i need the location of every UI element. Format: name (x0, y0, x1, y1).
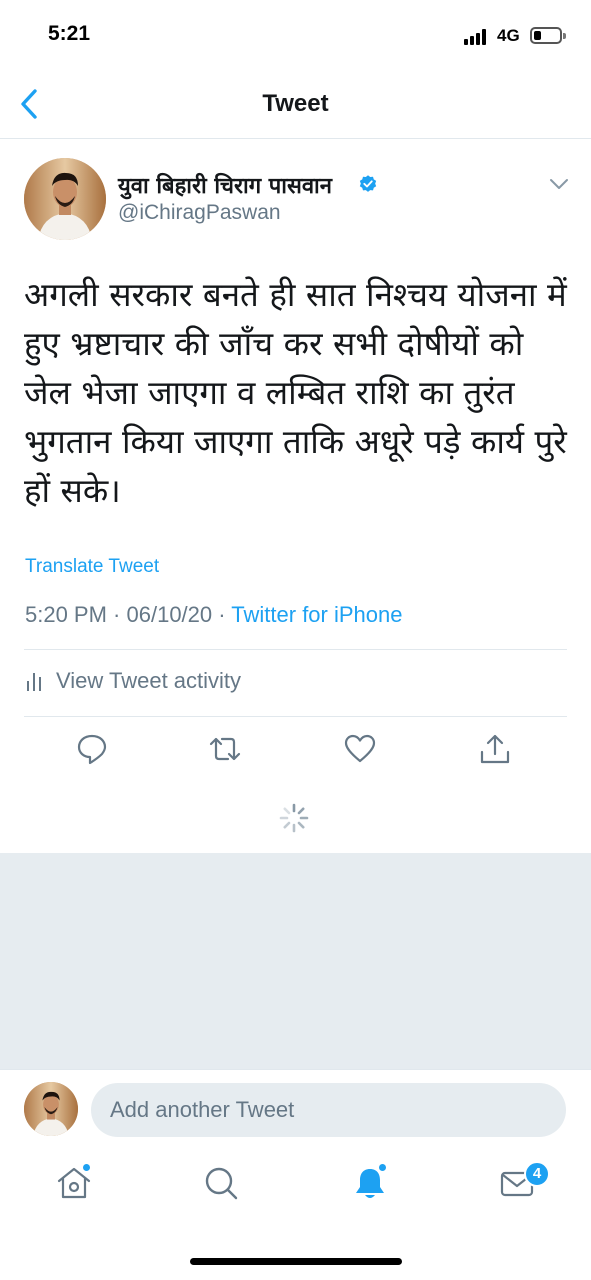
compose-avatar[interactable] (24, 1082, 78, 1136)
feed-background (0, 853, 591, 1069)
status-bar: 5:21 4G (0, 0, 591, 70)
share-button[interactable] (478, 732, 512, 766)
header: Tweet (0, 70, 591, 139)
author-handle[interactable]: @iChiragPaswan (118, 201, 281, 225)
tweet-meta: 5:20 PM · 06/10/20 · Twitter for iPhone (25, 602, 402, 628)
share-icon (480, 734, 510, 764)
tweet-date: 06/10/20 (126, 602, 213, 627)
tweet-source-link[interactable]: Twitter for iPhone (231, 602, 402, 627)
translate-tweet-link[interactable]: Translate Tweet (25, 556, 159, 578)
tweet-time: 5:20 PM (25, 602, 107, 627)
chevron-down-icon[interactable] (548, 176, 570, 192)
reply-button[interactable] (75, 732, 109, 766)
tab-search[interactable] (201, 1163, 241, 1203)
like-button[interactable] (343, 732, 377, 766)
notifications-dot (378, 1163, 387, 1172)
status-time: 5:21 (48, 22, 91, 45)
divider (24, 649, 567, 650)
activity-label: View Tweet activity (56, 668, 242, 693)
retweet-icon (209, 737, 241, 761)
analytics-icon (24, 669, 46, 693)
tab-notifications[interactable] (350, 1163, 390, 1203)
author-name[interactable]: युवा बिहारी चिराग पासवान (118, 170, 332, 200)
signal-icon (464, 28, 492, 45)
tab-home[interactable] (54, 1163, 94, 1203)
meta-separator: · (212, 602, 232, 627)
compose-placeholder: Add another Tweet (110, 1097, 295, 1122)
home-notification-dot (82, 1163, 91, 1172)
search-icon (205, 1167, 238, 1200)
like-icon (344, 734, 376, 763)
retweet-button[interactable] (208, 732, 242, 766)
page-title: Tweet (262, 90, 329, 117)
home-indicator (190, 1258, 402, 1265)
view-tweet-activity-button[interactable]: View Tweet activity (24, 666, 241, 696)
network-type: 4G (497, 26, 520, 45)
messages-badge: 4 (524, 1161, 550, 1187)
add-tweet-input[interactable]: Add another Tweet (91, 1083, 566, 1137)
meta-separator: · (106, 602, 127, 627)
verified-badge-icon (359, 175, 377, 192)
avatar-image (24, 1082, 78, 1136)
compose-bar: Add another Tweet (0, 1069, 591, 1149)
avatar-image (24, 158, 106, 240)
battery-icon (530, 27, 566, 44)
tweet-text: अगली सरकार बनते ही सात निश्चय योजना में … (24, 275, 567, 510)
avatar[interactable] (24, 158, 106, 240)
reply-icon (77, 734, 107, 765)
tweet-actions (0, 732, 591, 772)
divider (24, 716, 567, 717)
loading-spinner-icon (279, 803, 309, 833)
